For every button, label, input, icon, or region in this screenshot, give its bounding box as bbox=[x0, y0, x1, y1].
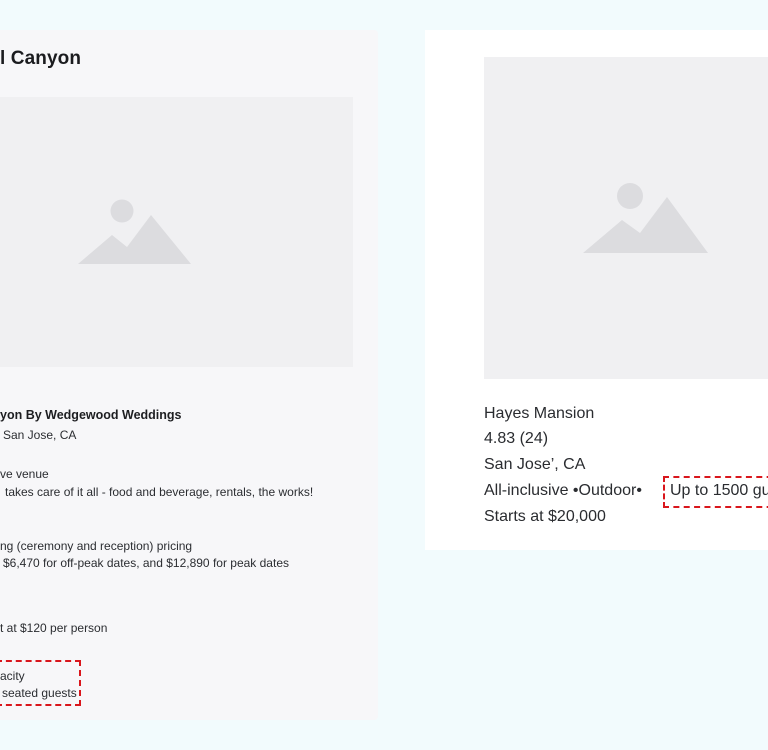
listing-price: Starts at $20,000 bbox=[484, 508, 606, 525]
per-person-price: t at $120 per person bbox=[0, 621, 108, 635]
venue-title: l Canyon bbox=[0, 48, 82, 69]
venue-type-heading: ve venue bbox=[0, 467, 49, 481]
venue-detail-card: l Canyon yon By Wedgewood Weddings San J… bbox=[0, 30, 378, 720]
venue-listing-card[interactable]: Hayes Mansion 4.83 (24) San Jose’, CA Al… bbox=[425, 30, 768, 550]
image-placeholder-icon bbox=[583, 183, 708, 253]
capacity-highlight-box bbox=[663, 476, 768, 508]
listing-rating: 4.83 (24) bbox=[484, 430, 549, 447]
listing-location: San Jose’, CA bbox=[484, 456, 586, 473]
venue-location: San Jose, CA bbox=[3, 428, 77, 442]
venue-type-description: takes care of it all - food and beverage… bbox=[5, 485, 314, 499]
listing-tags: All-inclusive •Outdoor• bbox=[484, 482, 642, 499]
image-placeholder-icon bbox=[78, 199, 191, 264]
listing-name: Hayes Mansion bbox=[484, 405, 595, 422]
capacity-highlight-box bbox=[0, 660, 81, 706]
listing-image-placeholder bbox=[484, 57, 768, 379]
venue-name: yon By Wedgewood Weddings bbox=[0, 408, 182, 422]
pricing-details: $6,470 for off-peak dates, and $12,890 f… bbox=[3, 556, 289, 570]
venue-image-placeholder bbox=[0, 97, 353, 367]
pricing-heading: ng (ceremony and reception) pricing bbox=[0, 539, 193, 553]
